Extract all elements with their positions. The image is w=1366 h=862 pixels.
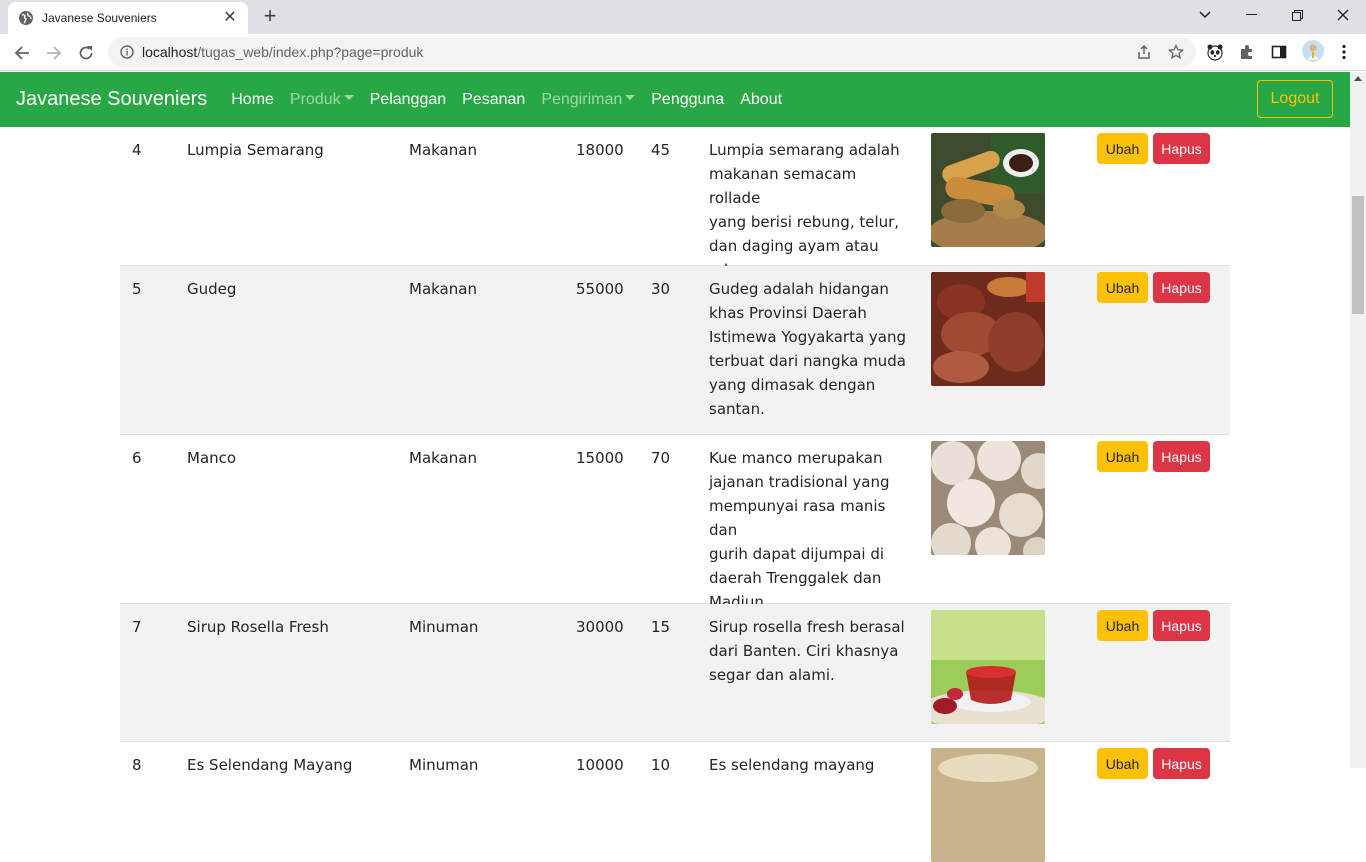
cell-description: Sirup rosella fresh berasal dari Banten. … xyxy=(709,618,905,684)
share-icon[interactable] xyxy=(1136,44,1152,60)
cell-no: 6 xyxy=(132,449,142,467)
star-icon[interactable] xyxy=(1168,44,1184,60)
cell-stock: 30 xyxy=(651,280,671,298)
restore-icon xyxy=(1291,9,1303,21)
cell-no: 5 xyxy=(132,280,142,298)
address-bar[interactable]: localhost/tugas_web/index.php?page=produ… xyxy=(108,37,1196,67)
nav-pelanggan[interactable]: Pelanggan xyxy=(362,91,455,109)
product-image-es-selendang-mayang xyxy=(931,748,1045,862)
cell-no: 7 xyxy=(132,618,142,636)
delete-button[interactable]: Hapus xyxy=(1153,610,1210,641)
more-options-icon[interactable] xyxy=(1334,42,1354,62)
side-panel-icon[interactable] xyxy=(1269,42,1289,62)
nav-pengiriman-dropdown[interactable]: Pengiriman xyxy=(533,91,643,109)
edit-button[interactable]: Ubah xyxy=(1097,748,1148,779)
minimize-icon xyxy=(1245,14,1257,15)
back-button[interactable] xyxy=(9,40,35,66)
delete-button[interactable]: Hapus xyxy=(1153,133,1210,164)
edit-button[interactable]: Ubah xyxy=(1097,441,1148,472)
globe-icon xyxy=(19,11,33,25)
caret-down-icon xyxy=(343,95,354,101)
info-icon[interactable] xyxy=(120,45,134,59)
extensions-puzzle-icon[interactable] xyxy=(1237,42,1257,62)
cell-stock: 70 xyxy=(651,449,671,467)
logout-button[interactable]: Logout xyxy=(1257,80,1333,118)
table-row: 5 Gudeg Makanan 55000 30 Gudeg adalah hi… xyxy=(120,266,1230,435)
reload-button[interactable] xyxy=(73,40,99,66)
cell-category: Makanan xyxy=(409,449,477,467)
nav-pengguna[interactable]: Pengguna xyxy=(643,91,732,109)
page-scrollbar[interactable] xyxy=(1350,72,1366,768)
cell-category: Minuman xyxy=(409,756,479,774)
cell-price: 55000 xyxy=(576,280,624,298)
browser-tab-strip: Javanese Souveniers ✕ + xyxy=(0,0,1366,34)
product-table: 4 Lumpia Semarang Makanan 18000 45 Lumpi… xyxy=(120,127,1230,862)
restore-button[interactable] xyxy=(1274,0,1320,30)
delete-button[interactable]: Hapus xyxy=(1153,748,1210,779)
product-image-manco xyxy=(931,441,1045,555)
cell-description: Kue manco merupakan jajanan tradisional y… xyxy=(709,449,890,611)
cell-description: Es selendang mayang xyxy=(709,756,875,774)
table-row: 7 Sirup Rosella Fresh Minuman 30000 15 S… xyxy=(120,604,1230,742)
table-row: 4 Lumpia Semarang Makanan 18000 45 Lumpi… xyxy=(120,127,1230,279)
forward-button[interactable] xyxy=(41,40,67,66)
minimize-button[interactable] xyxy=(1228,0,1274,30)
close-window-button[interactable] xyxy=(1320,0,1366,30)
cell-category: Makanan xyxy=(409,280,477,298)
cell-stock: 10 xyxy=(651,756,671,774)
edit-button[interactable]: Ubah xyxy=(1097,272,1148,303)
browser-tab[interactable]: Javanese Souveniers ✕ xyxy=(8,2,248,34)
cell-no: 8 xyxy=(132,756,142,774)
nav-home[interactable]: Home xyxy=(223,91,282,109)
cell-description: Gudeg adalah hidangan khas Provinsi Daera… xyxy=(709,280,907,418)
cell-price: 10000 xyxy=(576,756,624,774)
cell-category: Makanan xyxy=(409,141,477,159)
cell-price: 30000 xyxy=(576,618,624,636)
cell-stock: 15 xyxy=(651,618,671,636)
tab-title: Javanese Souveniers xyxy=(42,11,157,25)
site-navbar: Javanese Souveniers Home Produk Pelangga… xyxy=(0,72,1350,127)
edit-button[interactable]: Ubah xyxy=(1097,610,1148,641)
tab-search-button[interactable] xyxy=(1182,0,1228,30)
edit-button[interactable]: Ubah xyxy=(1097,133,1148,164)
panda-extension-icon[interactable] xyxy=(1205,42,1225,62)
navbar-brand[interactable]: Javanese Souveniers xyxy=(16,88,207,111)
browser-toolbar: localhost/tugas_web/index.php?page=produ… xyxy=(0,34,1366,71)
cell-no: 4 xyxy=(132,141,142,159)
url-text[interactable]: localhost/tugas_web/index.php?page=produ… xyxy=(142,44,1136,60)
delete-button[interactable]: Hapus xyxy=(1153,272,1210,303)
delete-button[interactable]: Hapus xyxy=(1153,441,1210,472)
profile-avatar[interactable] xyxy=(1302,40,1324,62)
scrollbar-thumb[interactable] xyxy=(1352,196,1364,314)
cell-name: Manco xyxy=(187,449,237,467)
cell-name: Sirup Rosella Fresh xyxy=(187,618,329,636)
cell-category: Minuman xyxy=(409,618,479,636)
close-tab-icon[interactable]: ✕ xyxy=(222,10,238,26)
nav-about[interactable]: About xyxy=(732,91,790,109)
nav-pesanan[interactable]: Pesanan xyxy=(454,91,533,109)
arrow-left-icon xyxy=(14,46,29,60)
product-image-sirup-rosella xyxy=(931,610,1045,724)
cell-name: Gudeg xyxy=(187,280,237,298)
close-icon xyxy=(1337,9,1349,21)
scroll-up-arrow-icon[interactable] xyxy=(1354,76,1362,81)
nav-produk-dropdown[interactable]: Produk xyxy=(282,91,362,109)
cell-price: 18000 xyxy=(576,141,624,159)
cell-price: 15000 xyxy=(576,449,624,467)
cell-name: Es Selendang Mayang xyxy=(187,756,353,774)
caret-down-icon xyxy=(625,95,636,101)
chevron-down-icon xyxy=(1199,11,1211,19)
cell-description: Lumpia semarang adalah makanan semacam ro… xyxy=(709,141,900,279)
reload-icon xyxy=(79,46,93,60)
cell-name: Lumpia Semarang xyxy=(187,141,324,159)
table-row: 6 Manco Makanan 15000 70 Kue manco merup… xyxy=(120,435,1230,611)
arrow-right-icon xyxy=(47,46,62,60)
cell-stock: 45 xyxy=(651,141,671,159)
product-image-gudeg xyxy=(931,272,1045,386)
new-tab-button[interactable]: + xyxy=(258,5,282,28)
product-image-lumpia xyxy=(931,133,1045,247)
